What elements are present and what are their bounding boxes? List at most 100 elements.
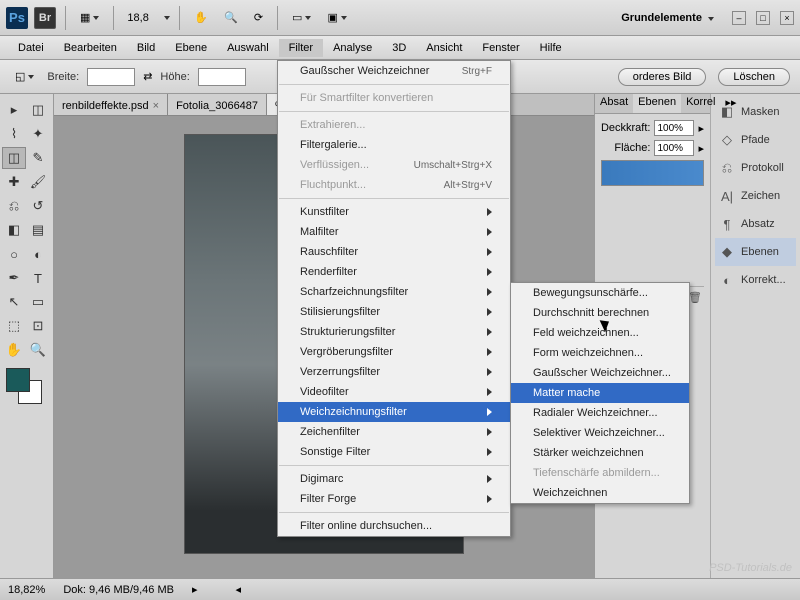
menu-item[interactable]: Feld weichzeichnen... bbox=[511, 323, 689, 343]
document-tab[interactable]: Fotolia_3066487 bbox=[168, 94, 267, 115]
hand-tool[interactable]: ✋ bbox=[2, 339, 26, 361]
path-tool[interactable]: ↖ bbox=[2, 291, 26, 313]
menu-item[interactable]: Radialer Weichzeichner... bbox=[511, 403, 689, 423]
front-image-button[interactable]: orderes Bild bbox=[618, 68, 707, 86]
camera-tool[interactable]: ⊡ bbox=[26, 315, 50, 337]
menu-hilfe[interactable]: Hilfe bbox=[530, 39, 572, 57]
panel-tab-ebenen[interactable]: Ebenen bbox=[633, 94, 681, 113]
crop-tool[interactable]: ◫ bbox=[2, 147, 26, 169]
bridge-icon[interactable]: Br bbox=[34, 7, 56, 29]
collapsed-panel-item[interactable]: A|Zeichen bbox=[715, 182, 796, 210]
menu-item[interactable]: Filter online durchsuchen... bbox=[278, 516, 510, 536]
collapsed-panel-item[interactable]: ¶Absatz bbox=[715, 210, 796, 238]
menu-auswahl[interactable]: Auswahl bbox=[217, 39, 279, 57]
menu-item[interactable]: Zeichenfilter bbox=[278, 422, 510, 442]
collapsed-panel-item[interactable]: ◆Ebenen bbox=[715, 238, 796, 266]
menu-filter[interactable]: Filter bbox=[279, 39, 323, 57]
menu-item[interactable]: Verzerrungsfilter bbox=[278, 362, 510, 382]
fill-input[interactable] bbox=[654, 140, 694, 156]
menu-item[interactable]: Scharfzeichnungsfilter bbox=[278, 282, 510, 302]
menu-item[interactable]: Filter Forge bbox=[278, 489, 510, 509]
zoom-value[interactable]: 18,8 bbox=[123, 10, 155, 26]
menu-item[interactable]: Stärker weichzeichnen bbox=[511, 443, 689, 463]
height-input[interactable] bbox=[198, 68, 246, 86]
gradient-tool[interactable]: ▤ bbox=[26, 219, 50, 241]
trash-icon[interactable]: 🗑 bbox=[688, 291, 702, 304]
screen-mode-icon[interactable]: ▣ bbox=[322, 8, 351, 27]
menu-ansicht[interactable]: Ansicht bbox=[416, 39, 472, 57]
rotate-view-icon[interactable]: ⟳ bbox=[249, 8, 268, 27]
maximize-icon[interactable]: □ bbox=[756, 11, 770, 25]
menu-item[interactable]: Renderfilter bbox=[278, 262, 510, 282]
foreground-color[interactable] bbox=[6, 368, 30, 392]
scroll-left-icon[interactable]: ◂ bbox=[236, 583, 242, 596]
3d-tool[interactable]: ⬚ bbox=[2, 315, 26, 337]
eyedropper-tool[interactable]: ✎ bbox=[26, 147, 50, 169]
menu-item[interactable]: Digimarc bbox=[278, 469, 510, 489]
minimize-icon[interactable]: – bbox=[732, 11, 746, 25]
pen-tool[interactable]: ✒ bbox=[2, 267, 26, 289]
chevron-right-icon[interactable]: ▸ bbox=[698, 122, 704, 135]
menu-item[interactable]: Gaußscher WeichzeichnerStrg+F bbox=[278, 61, 510, 81]
menu-ebene[interactable]: Ebene bbox=[165, 39, 217, 57]
photoshop-icon[interactable]: Ps bbox=[6, 7, 28, 29]
menu-item[interactable]: Weichzeichnungsfilter bbox=[278, 402, 510, 422]
menu-item[interactable]: Malfilter bbox=[278, 222, 510, 242]
menu-bearbeiten[interactable]: Bearbeiten bbox=[54, 39, 127, 57]
collapsed-panel-item[interactable]: ◐Korrekt... bbox=[715, 266, 796, 294]
lasso-tool[interactable]: ⌇ bbox=[2, 123, 26, 145]
document-tab[interactable]: renbildeffekte.psd× bbox=[54, 94, 168, 115]
menu-item[interactable]: Videofilter bbox=[278, 382, 510, 402]
menu-item[interactable]: Matter mache bbox=[511, 383, 689, 403]
marquee-tool[interactable]: ◫ bbox=[26, 99, 50, 121]
menu-analyse[interactable]: Analyse bbox=[323, 39, 382, 57]
brush-tool[interactable]: 🖌 bbox=[26, 171, 50, 193]
menu-item[interactable]: Rauschfilter bbox=[278, 242, 510, 262]
opacity-input[interactable] bbox=[654, 120, 694, 136]
dodge-tool[interactable]: ◐ bbox=[26, 243, 50, 265]
zoom-tool-icon[interactable]: 🔍 bbox=[219, 8, 243, 27]
collapsed-panel-item[interactable]: ◇Pfade bbox=[715, 126, 796, 154]
history-brush[interactable]: ↺ bbox=[26, 195, 50, 217]
move-tool[interactable]: ▸ bbox=[2, 99, 26, 121]
menu-item[interactable]: Filtergalerie... bbox=[278, 135, 510, 155]
layout-icon[interactable]: ▦ bbox=[75, 8, 104, 27]
close-icon[interactable]: × bbox=[780, 11, 794, 25]
menu-item[interactable]: Gaußscher Weichzeichner... bbox=[511, 363, 689, 383]
menu-fenster[interactable]: Fenster bbox=[472, 39, 529, 57]
panel-tab[interactable]: Absat bbox=[595, 94, 633, 113]
menu-item[interactable]: Bewegungsunschärfe... bbox=[511, 283, 689, 303]
menu-item[interactable]: Selektiver Weichzeichner... bbox=[511, 423, 689, 443]
collapsed-panel-item[interactable]: ◧Masken bbox=[715, 98, 796, 126]
menu-datei[interactable]: Datei bbox=[8, 39, 54, 57]
wand-tool[interactable]: ✦ bbox=[26, 123, 50, 145]
workspace-switcher[interactable]: Grundelemente bbox=[613, 9, 722, 27]
menu-3d[interactable]: 3D bbox=[382, 39, 416, 57]
shape-tool[interactable]: ▭ bbox=[26, 291, 50, 313]
arrange-icon[interactable]: ▭ bbox=[287, 8, 316, 27]
type-tool[interactable]: T bbox=[26, 267, 50, 289]
healing-tool[interactable]: ✚ bbox=[2, 171, 26, 193]
menu-item[interactable]: Kunstfilter bbox=[278, 202, 510, 222]
crop-tool-icon[interactable]: ◱ bbox=[10, 67, 39, 86]
clear-button[interactable]: Löschen bbox=[718, 68, 790, 86]
layer-item[interactable] bbox=[601, 160, 704, 186]
zoom-tool[interactable]: 🔍 bbox=[26, 339, 50, 361]
status-zoom[interactable]: 18,82% bbox=[8, 584, 45, 596]
blur-tool[interactable]: ○ bbox=[2, 243, 26, 265]
width-input[interactable] bbox=[87, 68, 135, 86]
stamp-tool[interactable]: ⎌ bbox=[2, 195, 26, 217]
color-swatches[interactable] bbox=[2, 368, 50, 408]
chevron-right-icon[interactable]: ▸ bbox=[698, 142, 704, 155]
menu-bild[interactable]: Bild bbox=[127, 39, 165, 57]
chevron-right-icon[interactable]: ▸ bbox=[192, 583, 198, 596]
swap-icon[interactable]: ⇄ bbox=[143, 70, 152, 83]
eraser-tool[interactable]: ◧ bbox=[2, 219, 26, 241]
menu-item[interactable]: Strukturierungsfilter bbox=[278, 322, 510, 342]
menu-item[interactable]: Form weichzeichnen... bbox=[511, 343, 689, 363]
collapsed-panel-item[interactable]: ⎌Protokoll bbox=[715, 154, 796, 182]
close-icon[interactable]: × bbox=[153, 100, 159, 112]
menu-item[interactable]: Sonstige Filter bbox=[278, 442, 510, 462]
hand-tool-icon[interactable]: ✋ bbox=[189, 8, 213, 27]
menu-item[interactable]: Weichzeichnen bbox=[511, 483, 689, 503]
